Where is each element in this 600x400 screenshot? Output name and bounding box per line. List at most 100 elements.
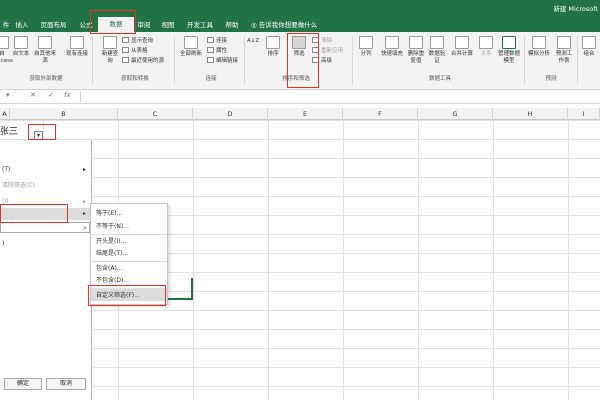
annotation-box-filter <box>287 33 319 88</box>
advanced-filter-label: 高级 <box>321 58 333 64</box>
column-header[interactable]: D <box>193 108 268 120</box>
from-text-label: 自文本 <box>12 51 30 57</box>
manage-data-model-button[interactable]: 管理数据模型 <box>497 36 521 65</box>
what-if-label: 模拟分析 <box>527 51 550 57</box>
sort-a-z-button[interactable]: A↓Z <box>247 37 259 45</box>
flash-fill-icon <box>385 36 399 49</box>
from-access-label: 自 Access <box>0 51 13 64</box>
group-label-connections: 连接 <box>205 76 217 82</box>
manage-data-model-label: 管理数据模型 <box>497 51 520 64</box>
refresh-icon <box>184 36 198 49</box>
chevron-right-icon: ▸ <box>82 198 86 205</box>
sort-icon <box>266 36 280 49</box>
filter-search-input[interactable]: ⌕ <box>0 222 90 233</box>
column-header[interactable]: A <box>0 108 10 120</box>
column-header[interactable]: G <box>418 108 493 120</box>
show-queries-icon <box>122 37 129 43</box>
column-header[interactable]: I <box>568 108 600 120</box>
show-queries-label: 显示查询 <box>131 38 154 44</box>
cancel-entry-icon[interactable]: ✕ <box>30 91 36 99</box>
filter-value-item[interactable]: ) <box>0 238 90 250</box>
tab-file[interactable]: 件 <box>0 19 12 32</box>
column-header[interactable]: E <box>268 108 343 120</box>
edit-links-label: 编辑链接 <box>216 58 239 64</box>
consolidate-button[interactable]: 合并计算 <box>449 36 475 58</box>
consolidate-label: 合并计算 <box>450 51 473 57</box>
formula-input[interactable] <box>80 91 598 102</box>
annotation-box-dropdown <box>28 124 56 140</box>
sort-a-z-label: A↓Z <box>247 38 260 44</box>
properties-label: 属性 <box>216 48 228 54</box>
submenu-ends-with[interactable]: 结尾是(T)... <box>91 247 167 260</box>
connections-icon <box>70 36 84 49</box>
tell-me-search[interactable]: ◎ 告诉我你想要做什么 <box>251 19 317 32</box>
data-validation-icon <box>430 36 444 49</box>
sort-by-color-item[interactable]: (T) ▸ <box>0 164 90 176</box>
column-header[interactable]: F <box>343 108 418 120</box>
reapply-label: 重新应用 <box>321 48 344 54</box>
remove-duplicates-button[interactable]: 删除重复值 <box>406 36 426 65</box>
ok-button[interactable]: 确定 <box>4 378 42 390</box>
clear-filter-item[interactable]: 清除筛选(C) <box>0 180 90 192</box>
from-other-sources-button[interactable]: 自其他来源 <box>32 36 58 65</box>
submenu-begins-with[interactable]: 开头是(I)... <box>91 234 167 247</box>
tab-developer[interactable]: 开发工具 <box>182 19 218 32</box>
column-header[interactable]: H <box>493 108 568 120</box>
from-other-sources-label: 自其他来源 <box>33 51 56 64</box>
group-separator <box>174 36 175 84</box>
from-access-button[interactable]: 自 Access <box>0 36 13 65</box>
recent-sources-button[interactable]: 最近使用的源 <box>122 57 164 65</box>
submenu-equals[interactable]: 等于(E)... <box>91 207 167 220</box>
forecast-sheet-button[interactable]: 预测工作表 <box>554 36 574 65</box>
column-header[interactable]: C <box>118 108 193 120</box>
group-label-forecast: 预测 <box>545 76 557 82</box>
new-query-button[interactable]: 新建查询 <box>100 36 120 65</box>
tell-me-text: 告诉我你想要做什么 <box>258 21 318 29</box>
sort-menu-item[interactable] <box>0 145 90 157</box>
text-to-columns-icon <box>359 36 373 49</box>
show-queries-button[interactable]: 显示查询 <box>122 37 153 45</box>
connections-label: 连接 <box>216 38 228 44</box>
tab-review[interactable]: 审阅 <box>134 19 154 32</box>
relationships-button[interactable]: 关系 <box>477 36 495 58</box>
new-query-label: 新建查询 <box>101 51 119 64</box>
what-if-analysis-button[interactable]: 模拟分析 <box>526 36 552 58</box>
group-label-get-transform: 获取和转换 <box>121 76 149 82</box>
filter-value-label: ) <box>2 240 5 247</box>
submenu-not-equals[interactable]: 不等于(N)... <box>91 220 167 233</box>
tab-help[interactable]: 帮助 <box>222 19 242 32</box>
text-to-columns-button[interactable]: 分列 <box>356 36 376 58</box>
recent-sources-icon <box>122 57 129 63</box>
tab-page-layout[interactable]: 页面布局 <box>37 19 70 32</box>
connections-button[interactable]: 连接 <box>207 37 227 45</box>
enter-icon[interactable]: ✓ <box>48 91 54 99</box>
text-file-icon <box>14 36 28 49</box>
existing-connections-label: 现有连接 <box>65 51 88 57</box>
forecast-sheet-icon <box>557 36 571 49</box>
edit-links-button[interactable]: 编辑链接 <box>207 57 238 65</box>
group-separator <box>577 36 578 84</box>
annotation-box-data-tab <box>90 10 136 34</box>
existing-connections-button[interactable]: 现有连接 <box>64 36 90 58</box>
search-icon: ⌕ <box>83 224 87 232</box>
cancel-button[interactable]: 取消 <box>46 378 86 390</box>
flash-fill-button[interactable]: 快速填充 <box>378 36 406 58</box>
from-text-button[interactable]: 自文本 <box>12 36 30 58</box>
properties-button[interactable]: 属性 <box>207 47 227 55</box>
namebox-dropdown-icon[interactable]: ▾ <box>6 91 10 99</box>
insert-function-icon[interactable]: fx <box>64 91 71 99</box>
sort-button[interactable]: 排序 <box>263 36 283 58</box>
submenu-contains[interactable]: 包含(A)... <box>91 261 167 274</box>
from-table-button[interactable]: 从表格 <box>122 47 148 55</box>
tab-view[interactable]: 视图 <box>158 19 178 32</box>
refresh-all-button[interactable]: 全部刷新 <box>178 36 204 58</box>
remove-duplicates-label: 删除重复值 <box>407 51 425 64</box>
tab-insert[interactable]: 插入 <box>12 19 32 32</box>
group-separator <box>92 36 93 84</box>
remove-duplicates-icon <box>409 36 423 49</box>
group-button[interactable]: 组合 <box>580 36 598 58</box>
column-header[interactable]: B <box>10 108 118 120</box>
data-validation-button[interactable]: 数据验证 <box>427 36 447 65</box>
edit-links-icon <box>207 57 214 63</box>
link-icon <box>207 37 214 43</box>
